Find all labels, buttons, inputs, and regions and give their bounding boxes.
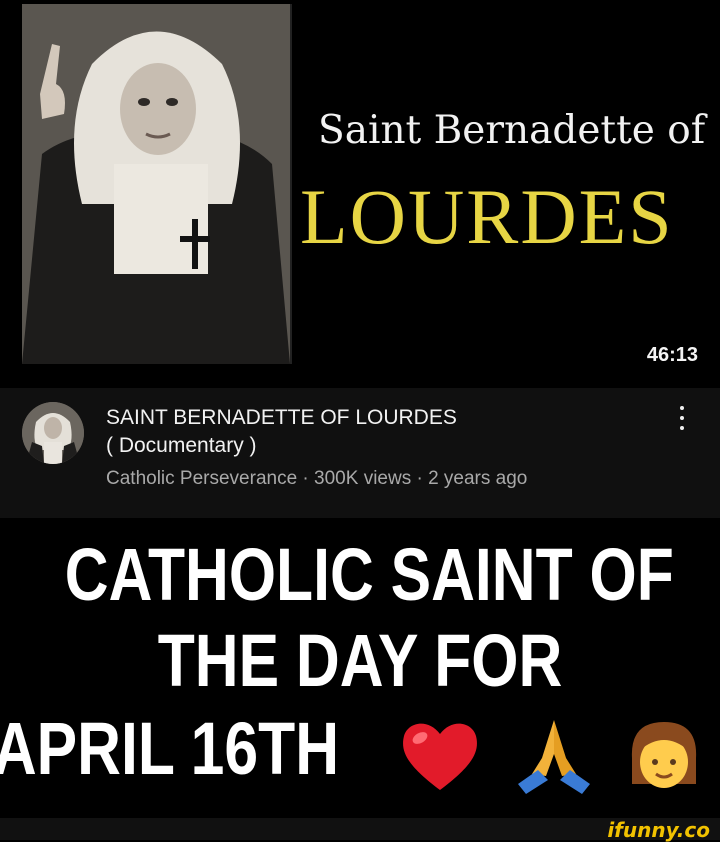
more-options-icon[interactable] [678, 406, 686, 434]
watermark-bar: ifunny.co [0, 818, 720, 842]
video-subline: Catholic Perseverance · 300K views · 2 y… [106, 468, 528, 489]
thumbnail-title-line2: LOURDES [300, 173, 674, 260]
ifunny-logo: ifunny.co [607, 818, 710, 842]
video-meta-row[interactable]: SAINT BERNADETTE OF LOURDES ( Documentar… [0, 388, 720, 518]
caption-line1: CATHOLIC SAINT OF [64, 533, 674, 616]
caption-line2: THE DAY FOR [157, 619, 563, 702]
nun-portrait-image [22, 4, 292, 364]
meme-caption: CATHOLIC SAINT OF THE DAY FOR APRIL 16TH [0, 518, 720, 818]
folded-hands-icon [512, 714, 596, 798]
channel-avatar[interactable] [22, 402, 84, 464]
video-title-line1[interactable]: SAINT BERNADETTE OF LOURDES [106, 406, 457, 430]
girl-icon [622, 714, 706, 798]
thumbnail-title-line1: Saint Bernadette of [318, 108, 706, 153]
video-thumbnail[interactable]: Saint Bernadette of LOURDES 46:13 [0, 0, 720, 388]
red-heart-icon [398, 714, 482, 798]
video-title-line2[interactable]: ( Documentary ) [106, 434, 257, 458]
caption-line3: APRIL 16TH [0, 707, 340, 790]
video-duration: 46:13 [646, 344, 698, 366]
